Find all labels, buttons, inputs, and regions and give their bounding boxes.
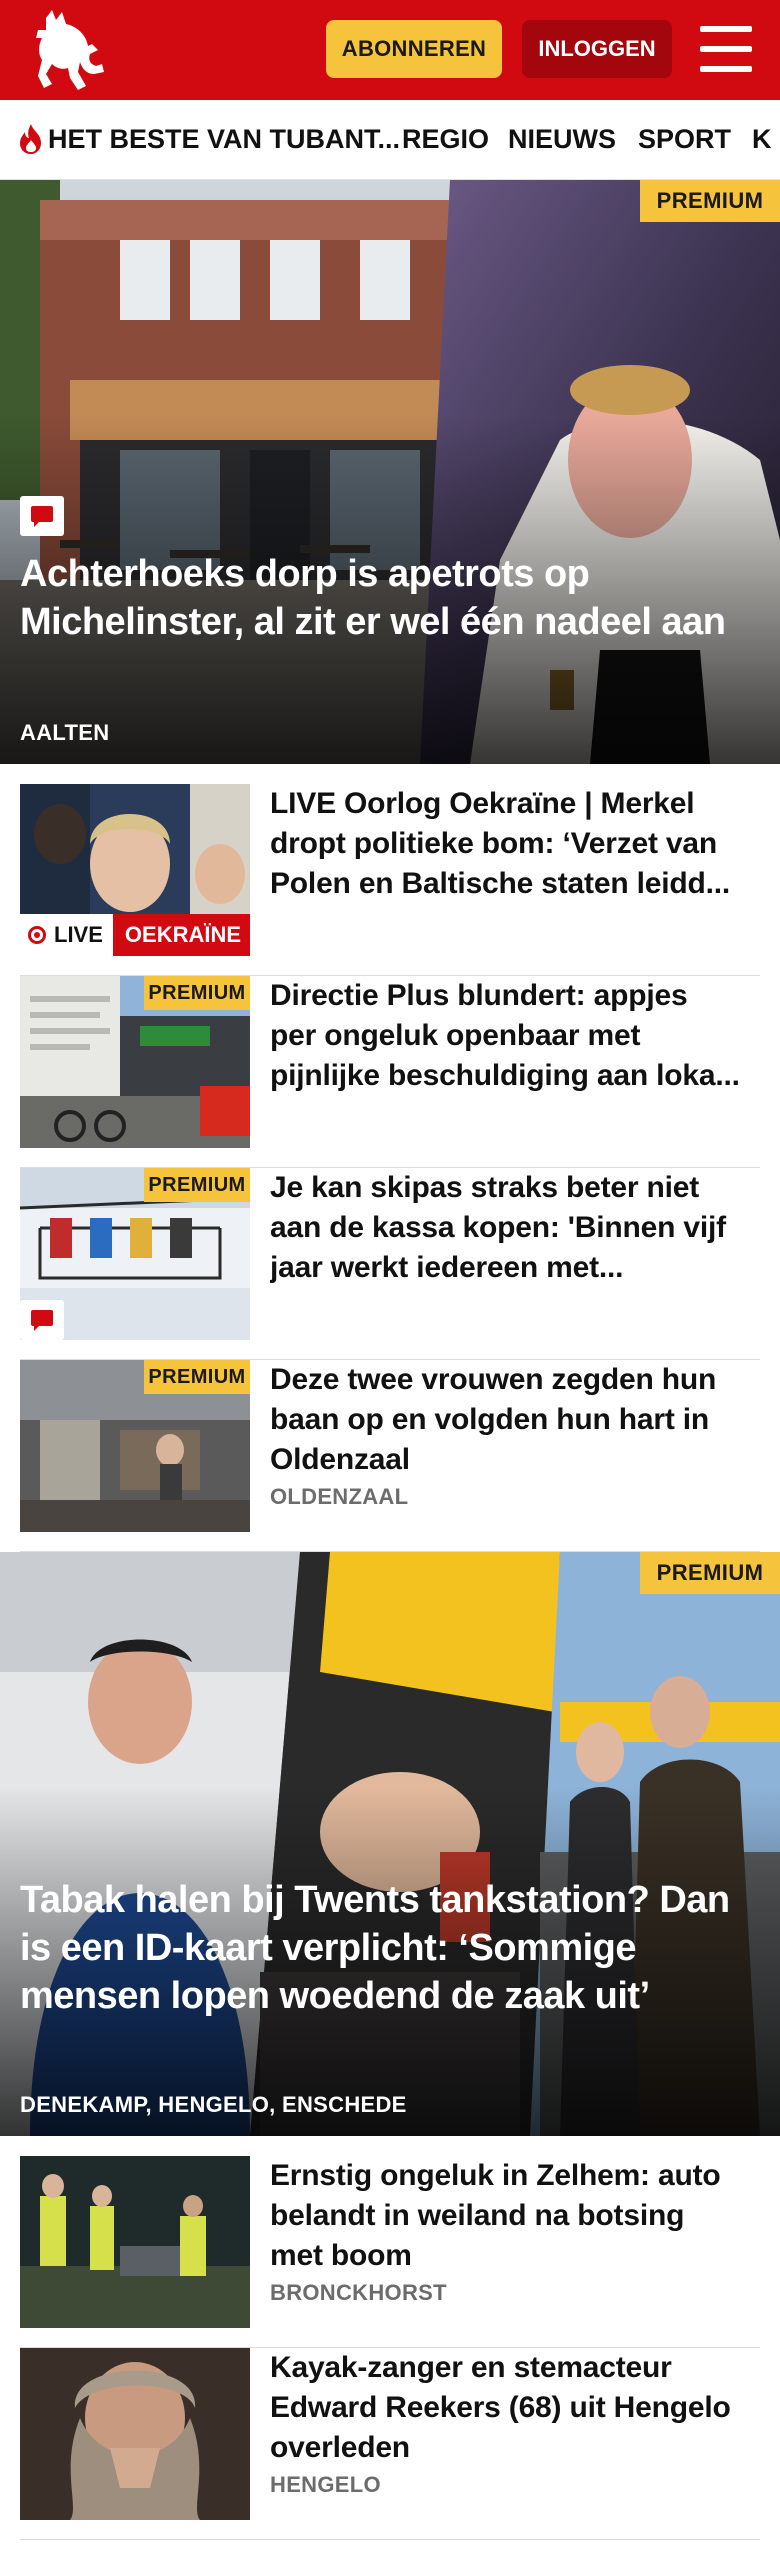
premium-badge: PREMIUM [144, 1168, 250, 1202]
hero-title[interactable]: Tabak halen bij Twents tankstation? Dan … [20, 1876, 740, 2020]
tubantia-horse-logo-icon[interactable] [32, 8, 108, 92]
list-item-zelhem[interactable]: Ernstig ongeluk in Zelhem: auto belandt … [20, 2156, 760, 2348]
live-label: LIVE [54, 922, 103, 947]
nav-item-best-of[interactable]: HET BESTE VAN TUBANT... [16, 100, 400, 178]
flame-icon [20, 124, 41, 154]
item-title[interactable]: Directie Plus blundert: appjes per ongel… [270, 976, 740, 1096]
item-title[interactable]: Kayak-zanger en stemacteur Edward Reeker… [270, 2348, 740, 2468]
list-item-skipas[interactable]: PREMIUM Je kan skipas straks beter niet … [20, 1168, 760, 1360]
section-nav: HET BESTE VAN TUBANT... REGIO NIEUWS SPO… [0, 100, 780, 180]
login-button[interactable]: INLOGGEN [522, 20, 672, 78]
thumbnail-image [20, 2156, 250, 2328]
list-item-reekers[interactable]: Kayak-zanger en stemacteur Edward Reeker… [20, 2348, 760, 2540]
list-item-oldenzaal[interactable]: PREMIUM Deze twee vrouwen zegden hun baa… [20, 1360, 760, 1552]
thumbnail-oldenzaal: PREMIUM [20, 1360, 250, 1532]
comment-icon [20, 1300, 64, 1340]
topic-tag: OEKRAÏNE [112, 914, 250, 956]
thumbnail-plus: PREMIUM [20, 976, 250, 1148]
nav-item-regio[interactable]: REGIO [402, 100, 489, 178]
item-location: OLDENZAAL [270, 1484, 409, 1509]
nav-label: HET BESTE VAN TUBANT... [48, 123, 401, 154]
list-item-ukraine[interactable]: LIVE OEKRAÏNE LIVE Oorlog Oekraïne | Mer… [20, 784, 760, 976]
nav-item-sport[interactable]: SPORT [638, 100, 731, 178]
item-title[interactable]: Deze twee vrouwen zegden hun baan op en … [270, 1360, 740, 1480]
nav-item-nieuws[interactable]: NIEUWS [508, 100, 616, 178]
thumbnail-image [20, 2348, 250, 2520]
live-dot-icon [28, 926, 46, 944]
item-location: HENGELO [270, 2472, 381, 2497]
hamburger-menu-icon[interactable] [700, 26, 752, 72]
premium-badge: PREMIUM [144, 1360, 250, 1394]
hero-article-tabak[interactable]: PREMIUM Tabak halen bij Twents tankstati… [0, 1552, 780, 2136]
premium-badge: PREMIUM [640, 1552, 780, 1594]
item-location: BRONCKHORST [270, 2280, 447, 2305]
list-item-plus[interactable]: PREMIUM Directie Plus blundert: appjes p… [20, 976, 760, 1168]
item-title[interactable]: Je kan skipas straks beter niet aan de k… [270, 1168, 740, 1288]
hero-article-michelin[interactable]: PREMIUM Achterhoeks dorp is apetrots op … [0, 180, 780, 764]
premium-badge: PREMIUM [144, 976, 250, 1010]
comment-icon [20, 496, 64, 536]
item-title[interactable]: Ernstig ongeluk in Zelhem: auto belandt … [270, 2156, 740, 2276]
top-bar: ABONNEREN INLOGGEN [0, 0, 780, 100]
subscribe-button[interactable]: ABONNEREN [326, 20, 502, 78]
premium-badge: PREMIUM [640, 180, 780, 222]
live-badge: LIVE OEKRAÏNE [20, 914, 250, 956]
hero-location: DENEKAMP, HENGELO, ENSCHEDE [20, 2092, 407, 2117]
thumbnail-singer [20, 2348, 250, 2520]
hero-title[interactable]: Achterhoeks dorp is apetrots op Michelin… [20, 550, 740, 646]
nav-item-partial[interactable]: K [752, 100, 772, 178]
thumbnail-ski: PREMIUM [20, 1168, 250, 1340]
hero-location: AALTEN [20, 720, 110, 745]
item-title[interactable]: LIVE Oorlog Oekraïne | Merkel dropt poli… [270, 784, 740, 904]
live-indicator: LIVE [20, 914, 113, 956]
thumbnail-merkel: LIVE OEKRAÏNE [20, 784, 250, 956]
thumbnail-accident [20, 2156, 250, 2328]
